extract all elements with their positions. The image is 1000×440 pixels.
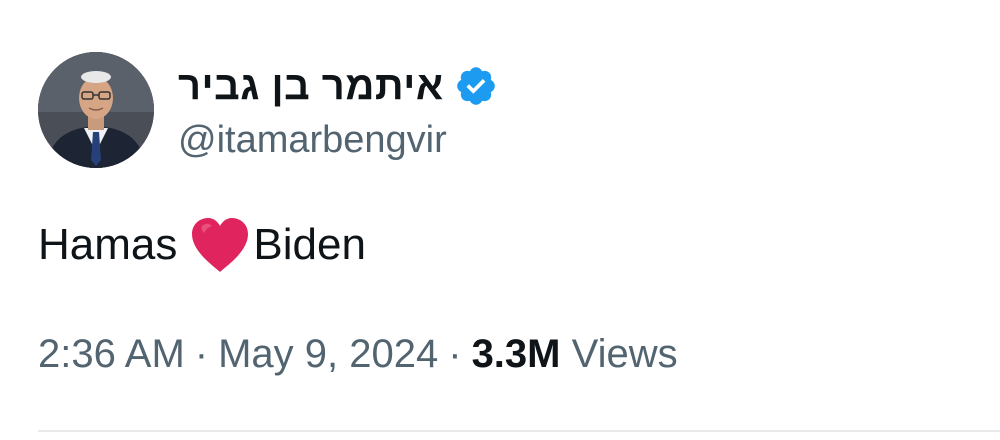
tweet-card: איתמר בן גביר @itamarbengvir Hamas Biden… [0,0,1000,440]
tweet-meta: 2:36 AM · May 9, 2024 · 3.3M Views [38,328,678,380]
tweet-text: Hamas Biden [38,215,366,275]
tweet-text-after: Biden [253,220,366,269]
views-count: 3.3M [471,332,561,376]
tweet-text-before: Hamas [38,220,178,269]
meta-separator: · [448,332,462,376]
tweet-time[interactable]: 2:36 AM [38,332,185,376]
tweet-date[interactable]: May 9, 2024 [218,332,438,376]
views-label: Views [571,332,678,376]
author-handle[interactable]: @itamarbengvir [178,118,447,162]
profile-photo-icon [38,52,154,168]
author-name-row: איתמר בן גביר [178,62,498,110]
divider [38,430,1000,432]
verified-badge-icon[interactable] [454,64,498,108]
avatar[interactable] [38,52,154,168]
author-display-name[interactable]: איתמר בן גביר [178,62,444,110]
meta-separator: · [194,332,209,376]
heart-icon [189,216,251,274]
